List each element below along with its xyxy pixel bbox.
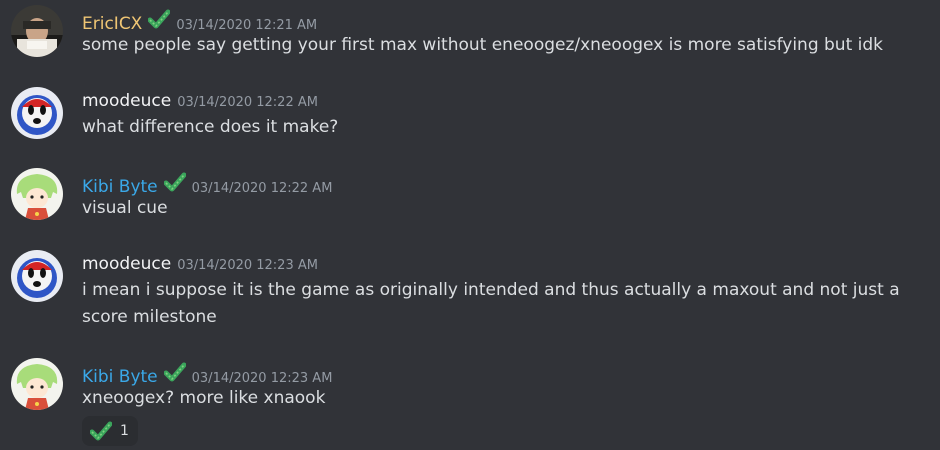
message-text: xneoogex? more like xnaook (82, 388, 326, 408)
checkmark-badge-icon (163, 172, 187, 192)
username[interactable]: Kibi Byte (82, 367, 158, 387)
timestamp[interactable]: 03/14/2020 12:23 AM (177, 258, 318, 273)
reaction-count: 1 (120, 423, 129, 439)
message-text: some people say getting your first max w… (82, 35, 884, 55)
username[interactable]: moodeuce (82, 91, 171, 111)
avatar[interactable] (11, 87, 63, 139)
timestamp[interactable]: 03/14/2020 12:22 AM (192, 181, 333, 196)
message-text: i mean i suppose it is the game as origi… (82, 280, 900, 327)
timestamp[interactable]: 03/14/2020 12:22 AM (177, 95, 318, 110)
checkmark-badge-icon (147, 9, 171, 29)
timestamp[interactable]: 03/14/2020 12:21 AM (176, 18, 317, 33)
username[interactable]: moodeuce (82, 254, 171, 274)
checkmark-badge-icon (163, 362, 187, 382)
avatar[interactable] (11, 358, 63, 410)
timestamp[interactable]: 03/14/2020 12:23 AM (192, 371, 333, 386)
checkmark-reaction-icon (89, 421, 113, 441)
avatar[interactable] (11, 250, 63, 302)
username[interactable]: EricICX (82, 14, 142, 34)
avatar[interactable] (11, 5, 63, 57)
message-text: what difference does it make? (82, 117, 339, 137)
reaction-button[interactable]: 1 (82, 416, 138, 446)
avatar[interactable] (11, 168, 63, 220)
message-text: visual cue (82, 198, 168, 218)
username[interactable]: Kibi Byte (82, 177, 158, 197)
